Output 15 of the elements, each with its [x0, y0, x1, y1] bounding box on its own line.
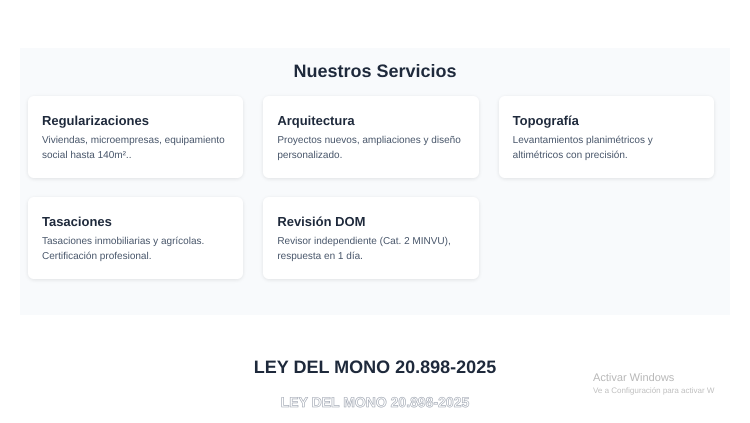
- card-description: Levantamientos planimétricos y altimétricos con precisión.: [512, 134, 654, 163]
- card-title: Topografía: [512, 112, 580, 130]
- activation-text: Ve a Configuración para activar W: [593, 385, 714, 397]
- card-title: Revisión DOM: [277, 213, 366, 231]
- card-description: Tasaciones inmobiliarias y agrícolas. Certificación profesional.: [42, 235, 206, 264]
- card-description: Revisor independiente (Cat. 2 MINVU), respuesta en 1 día.: [277, 235, 452, 264]
- card-description: Viviendas, microempresas, equipamiento social hasta 140m²..: [42, 134, 226, 163]
- law-heading: LEY DEL MONO 20.898-2025: [254, 356, 496, 379]
- card-description: Proyectos nuevos, ampliaciones y diseño personalizado.: [277, 134, 462, 163]
- outlined-law-text: LEY DEL MONO 20.898-2025: [280, 393, 470, 411]
- card-title: Arquitectura: [277, 112, 356, 130]
- activation-title: Activar Windows: [593, 371, 676, 385]
- card-title: Regularizaciones: [42, 112, 150, 130]
- section-title: Nuestros Servicios: [292, 60, 458, 83]
- card-title: Tasaciones: [42, 213, 113, 231]
